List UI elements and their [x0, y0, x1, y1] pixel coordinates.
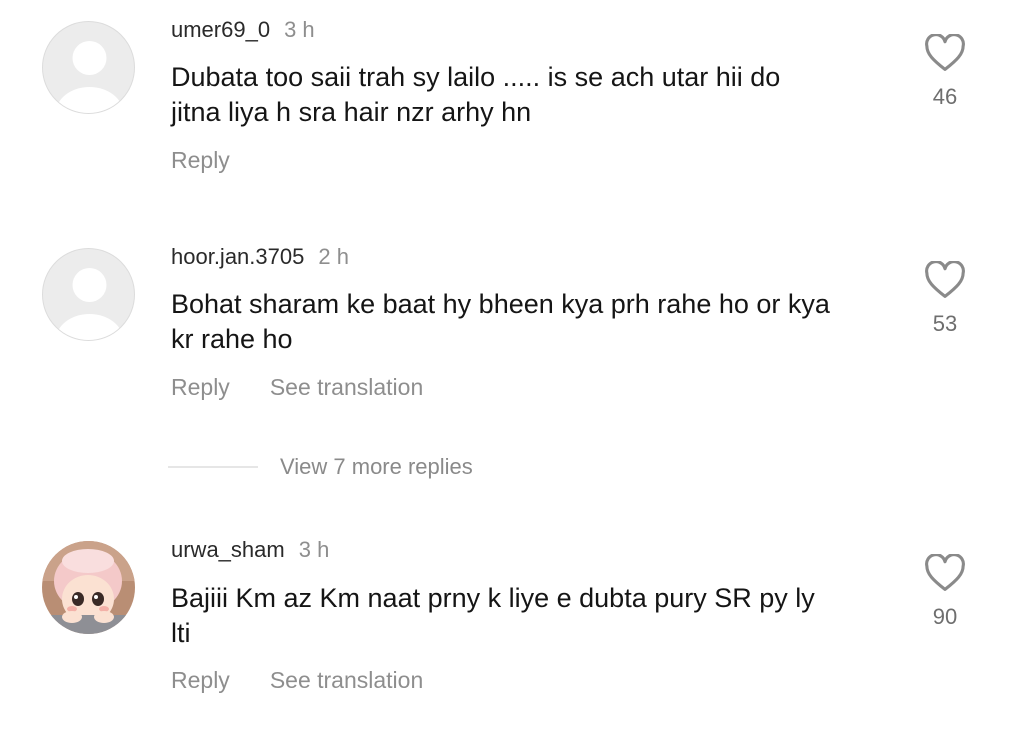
comment-text-line: Bohat sharam ke baat hy bheen kya prh ra…: [171, 289, 830, 319]
heart-outline-icon: [925, 261, 965, 298]
comment-text-line: kr rahe ho: [171, 324, 293, 354]
see-translation-button[interactable]: See translation: [270, 667, 423, 693]
reply-button[interactable]: Reply: [171, 147, 230, 173]
timestamp: 3 h: [298, 537, 330, 562]
cartoon-girl-avatar: [42, 541, 135, 634]
user-avatar[interactable]: [42, 541, 135, 634]
like-button[interactable]: 46: [920, 34, 970, 110]
comment-text: Bohat sharam ke baat hy bheen kya prh ra…: [171, 287, 891, 357]
comment-text-line: Bajiii Km az Km naat prny k liye e dubta…: [171, 583, 815, 613]
username[interactable]: urwa_sham: [171, 537, 285, 562]
like-count: 90: [932, 604, 958, 629]
like-count: 46: [932, 84, 958, 109]
view-more-replies-label: View 7 more replies: [280, 454, 473, 479]
like-count: 53: [932, 311, 958, 336]
see-translation-button[interactable]: See translation: [270, 374, 423, 400]
heart-outline-icon: [925, 34, 965, 71]
username[interactable]: hoor.jan.3705: [171, 244, 304, 269]
timestamp: 3 h: [284, 17, 315, 42]
like-button[interactable]: 53: [920, 261, 970, 337]
comment-text-line: Dubata too saii trah sy lailo ..... is s…: [171, 62, 781, 92]
replies-divider-line: [168, 466, 258, 468]
reply-button[interactable]: Reply: [171, 667, 230, 693]
timestamp: 2 h: [318, 244, 349, 269]
like-button[interactable]: 90: [920, 554, 970, 630]
view-more-replies-button[interactable]: View 7 more replies: [168, 454, 473, 480]
username[interactable]: umer69_0: [171, 17, 270, 42]
user-avatar[interactable]: [42, 21, 135, 114]
user-avatar[interactable]: [42, 248, 135, 341]
comment-text-line: lti: [171, 618, 191, 648]
reply-button[interactable]: Reply: [171, 374, 230, 400]
heart-outline-icon: [925, 554, 965, 591]
comment-text-line: jitna liya h sra hair nzr arhy hn: [171, 97, 532, 127]
comment-text: Bajiii Km az Km naat prny k liye e dubta…: [171, 581, 891, 651]
comment-text: Dubata too saii trah sy lailo ..... is s…: [171, 60, 891, 130]
